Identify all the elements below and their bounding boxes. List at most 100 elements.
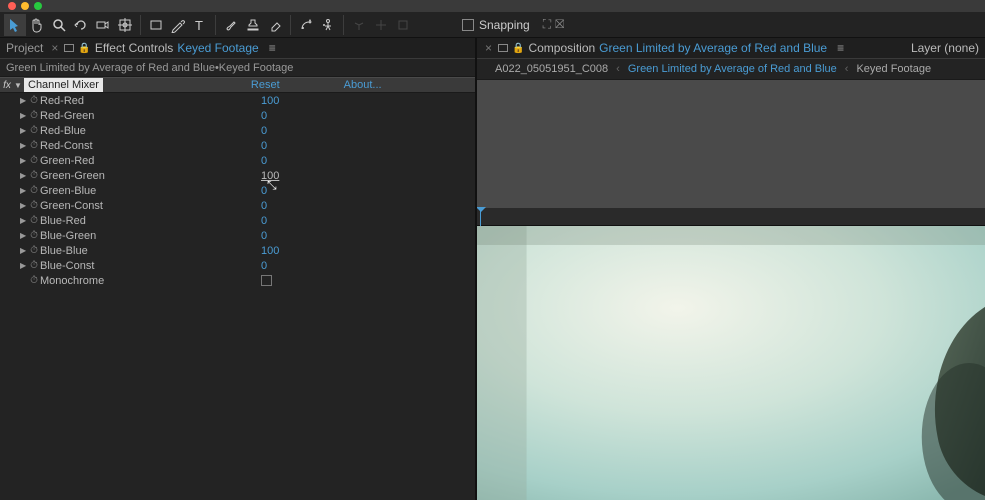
window-close-icon[interactable]	[8, 2, 16, 10]
param-value[interactable]: 0	[261, 155, 267, 167]
crumb-b[interactable]: Green Limited by Average of Red and Blue	[628, 63, 837, 75]
roto-tool-icon[interactable]	[295, 14, 317, 36]
time-ruler[interactable]	[477, 208, 985, 226]
param-row: ▶⏱Green-Red 0	[0, 153, 475, 168]
param-name: Green-Green	[40, 170, 105, 182]
stopwatch-icon[interactable]: ⏱	[28, 185, 40, 196]
stopwatch-icon[interactable]: ⏱	[28, 200, 40, 211]
param-value[interactable]: 0	[261, 230, 267, 242]
rotate-tool-icon[interactable]	[70, 14, 92, 36]
param-name: Monochrome	[40, 275, 104, 287]
playhead-icon[interactable]	[480, 208, 481, 226]
brush-tool-icon[interactable]	[220, 14, 242, 36]
zoom-tool-icon[interactable]	[48, 14, 70, 36]
local-axis-icon[interactable]	[348, 14, 370, 36]
tab-composition[interactable]: 🔒 Composition Green Limited by Average o…	[498, 41, 827, 55]
param-name: Blue-Green	[40, 230, 96, 242]
param-value[interactable]: 0	[261, 200, 267, 212]
param-name: Red-Blue	[40, 125, 86, 137]
world-axis-icon[interactable]	[370, 14, 392, 36]
param-row: ▶⏱Blue-Blue100	[0, 243, 475, 258]
twirl-icon[interactable]: ▶	[20, 111, 28, 120]
view-axis-icon[interactable]	[392, 14, 414, 36]
stamp-tool-icon[interactable]	[242, 14, 264, 36]
stopwatch-icon[interactable]: ⏱	[28, 230, 40, 241]
param-value[interactable]: 0	[261, 110, 267, 122]
stopwatch-icon[interactable]: ⏱	[28, 215, 40, 226]
param-value[interactable]: 0	[261, 215, 267, 227]
param-value[interactable]: 100	[261, 95, 279, 107]
about-link[interactable]: About...	[344, 79, 382, 91]
text-tool-icon[interactable]: T	[189, 14, 211, 36]
stopwatch-icon[interactable]: ⏱	[28, 260, 40, 271]
layer-tab[interactable]: Layer (none)	[911, 41, 979, 55]
stopwatch-icon[interactable]: ⏱	[28, 275, 40, 286]
twirl-icon[interactable]: ▶	[20, 186, 28, 195]
monochrome-checkbox[interactable]	[261, 275, 272, 286]
twirl-icon[interactable]: ▶	[20, 171, 28, 180]
snap-opt2-icon[interactable]: ⛝	[555, 17, 564, 32]
param-row: ▶⏱Red-Green 0	[0, 108, 475, 123]
hand-tool-icon[interactable]	[26, 14, 48, 36]
stopwatch-icon[interactable]: ⏱	[28, 125, 40, 136]
twirl-icon[interactable]: ▶	[20, 231, 28, 240]
param-row: ▶⏱Red-Const 0	[0, 138, 475, 153]
param-name: Blue-Red	[40, 215, 86, 227]
twirl-icon[interactable]: ▶	[20, 216, 28, 225]
panel-menu-icon[interactable]: ≡	[269, 41, 276, 55]
selection-tool-icon[interactable]	[4, 14, 26, 36]
stopwatch-icon[interactable]: ⏱	[28, 95, 40, 106]
param-value[interactable]: 100	[261, 245, 279, 257]
close-icon[interactable]: ×	[485, 41, 492, 55]
param-row: ▶⏱Green-Green100⤡	[0, 168, 475, 183]
param-value[interactable]: 0	[261, 185, 267, 197]
window-minimize-icon[interactable]	[21, 2, 29, 10]
param-name: Red-Green	[40, 110, 94, 122]
eraser-tool-icon[interactable]	[264, 14, 286, 36]
twirl-icon[interactable]: ▶	[20, 156, 28, 165]
twirl-icon[interactable]: ▶	[20, 126, 28, 135]
window-zoom-icon[interactable]	[34, 2, 42, 10]
param-monochrome: ⏱Monochrome	[0, 273, 475, 288]
param-value[interactable]: 100	[261, 170, 279, 182]
twirl-icon[interactable]: ▶	[20, 96, 28, 105]
stopwatch-icon[interactable]: ⏱	[28, 170, 40, 181]
rect-tool-icon[interactable]	[145, 14, 167, 36]
close-icon[interactable]: ×	[51, 41, 58, 55]
stopwatch-icon[interactable]: ⏱	[28, 245, 40, 256]
snapping-label[interactable]: Snapping	[479, 18, 530, 32]
fx-toggle-icon[interactable]: fx	[0, 80, 14, 91]
param-name: Red-Const	[40, 140, 93, 152]
effect-name[interactable]: Channel Mixer	[24, 78, 103, 92]
param-value[interactable]: 0	[261, 125, 267, 137]
camera-tool-icon[interactable]	[92, 14, 114, 36]
composition-viewer[interactable]	[477, 80, 985, 500]
twirl-icon[interactable]: ▶	[20, 246, 28, 255]
param-row: ▶⏱Green-Const0	[0, 198, 475, 213]
twirl-icon[interactable]: ▶	[20, 141, 28, 150]
param-name: Green-Red	[40, 155, 94, 167]
snap-opt1-icon[interactable]: ⛶	[543, 17, 551, 32]
twirl-icon[interactable]: ▶	[20, 201, 28, 210]
pen-tool-icon[interactable]	[167, 14, 189, 36]
twirl-icon[interactable]: ▶	[20, 261, 28, 270]
param-value[interactable]: 0	[261, 260, 267, 272]
stopwatch-icon[interactable]: ⏱	[28, 140, 40, 151]
stopwatch-icon[interactable]: ⏱	[28, 110, 40, 121]
stopwatch-icon[interactable]: ⏱	[28, 155, 40, 166]
param-value[interactable]: 0	[261, 140, 267, 152]
crumb-c[interactable]: Keyed Footage	[856, 63, 931, 75]
panel-menu-icon[interactable]: ≡	[837, 41, 844, 55]
reset-link[interactable]: Reset	[251, 79, 280, 91]
param-name: Blue-Const	[40, 260, 94, 272]
snapping-checkbox[interactable]	[462, 19, 474, 31]
effect-header[interactable]: fx ▼ Channel Mixer Reset About...	[0, 77, 475, 93]
puppet-tool-icon[interactable]	[317, 14, 339, 36]
lock-icon[interactable]: 🔒	[512, 43, 524, 54]
tab-effect-controls[interactable]: 🔒 Effect Controls Keyed Footage	[64, 41, 258, 55]
lock-icon[interactable]: 🔒	[78, 43, 90, 54]
panel-icon	[64, 44, 74, 52]
tab-project[interactable]: Project	[6, 41, 43, 55]
crumb-a[interactable]: A022_05051951_C008	[495, 63, 608, 75]
anchor-tool-icon[interactable]	[114, 14, 136, 36]
